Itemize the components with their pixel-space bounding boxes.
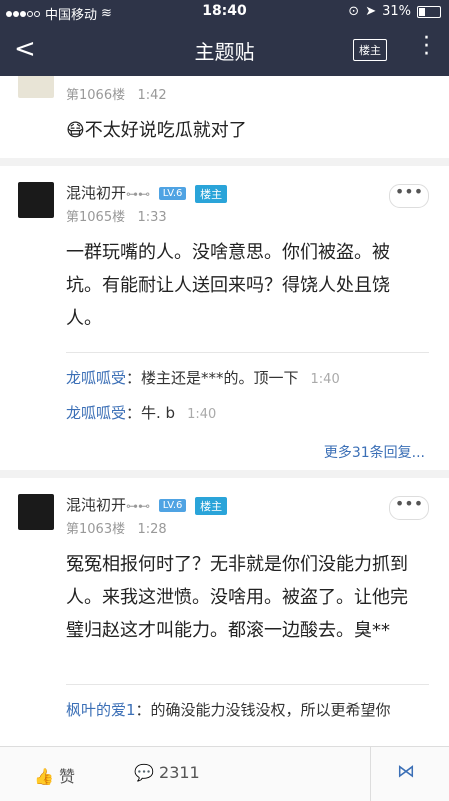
emoji-icon: 😷 (66, 120, 85, 141)
battery-percent: 31% (382, 4, 411, 19)
floor-label: 第1063楼 1:28 (66, 522, 167, 537)
rotation-lock-icon: ⊙ (348, 4, 360, 19)
reply-author[interactable]: 枫叶的爱1 (66, 701, 136, 719)
reply-author[interactable]: 龙呱呱受 (66, 404, 126, 422)
reply-author[interactable]: 龙呱呱受 (66, 369, 126, 387)
lz-badge: 楼主 (195, 184, 228, 203)
battery-icon (417, 5, 441, 18)
more-menu-icon[interactable]: · · · (423, 28, 430, 66)
status-bar: 中国移动 ≋ 18:40 ⊙ ➤ 31% (0, 0, 449, 24)
location-icon: ➤ (365, 4, 377, 19)
post-more-button[interactable]: ••• (389, 496, 429, 520)
divider (370, 747, 371, 801)
level-badge: LV.6 (158, 499, 187, 512)
share-icon[interactable]: ⋈ (397, 761, 415, 782)
more-replies-link[interactable]: 更多31条回复... (324, 442, 425, 462)
reply-item[interactable]: 龙呱呱受：牛. b 1:40 (66, 402, 429, 423)
post-body: 😷不太好说吃瓜就对了 (66, 120, 247, 141)
reply-box: 枫叶的爱1：的确没能力没钱没权，所以更希望你 (66, 684, 429, 720)
reply-item[interactable]: 枫叶的爱1：的确没能力没钱没权，所以更希望你 (66, 699, 429, 720)
reply-box: 龙呱呱受：楼主还是***的。顶一下 1:40 龙呱呱受：牛. b 1:40 (66, 352, 429, 423)
avatar[interactable] (18, 494, 54, 530)
lz-badge: 楼主 (195, 496, 228, 515)
reply-item[interactable]: 龙呱呱受：楼主还是***的。顶一下 1:40 (66, 367, 429, 388)
avatar[interactable] (18, 182, 54, 218)
only-lz-button[interactable]: 楼主 (353, 39, 387, 61)
post-1066: 第1066楼 1:42 😷不太好说吃瓜就对了 (0, 76, 449, 158)
post-body: 一群玩嘴的人。没啥意思。你们被盗。被坑。有能耐让人送回来吗？得饶人处且饶人。 (66, 242, 390, 329)
post-1063: 混沌初开⊶⊷ LV.6 楼主 第1063楼 1:28 ••• 冤冤相报何时了？无… (0, 478, 449, 746)
post-body: 冤冤相报何时了？无非就是你们没能力抓到人。来我这泄愤。没啥用。被盗了。让他完璧归… (66, 554, 408, 641)
post-1065: 混沌初开⊶⊷ LV.6 楼主 第1065楼 1:33 ••• 一群玩嘴的人。没啥… (0, 166, 449, 470)
author-name[interactable]: 混沌初开⊶⊷ LV.6 楼主 (66, 494, 228, 515)
thumbs-up-icon: 👍 (34, 767, 54, 786)
floor-label: 第1065楼 1:33 (66, 210, 167, 225)
avatar[interactable] (18, 76, 54, 98)
floor-label: 第1066楼 1:42 (66, 88, 167, 103)
comment-button[interactable]: 💬 2311 (134, 763, 200, 782)
bottom-action-bar: 👍 赞 💬 2311 ⋈ (0, 746, 449, 801)
thread-content: 第1066楼 1:42 😷不太好说吃瓜就对了 混沌初开⊶⊷ LV.6 楼主 第1… (0, 76, 449, 746)
post-more-button[interactable]: ••• (389, 184, 429, 208)
like-button[interactable]: 👍 赞 (34, 763, 75, 787)
author-name[interactable]: 混沌初开⊶⊷ LV.6 楼主 (66, 182, 228, 203)
level-badge: LV.6 (158, 187, 187, 200)
comment-icon: 💬 (134, 763, 154, 782)
nav-bar: < 主题贴 楼主 · · · (0, 24, 449, 76)
